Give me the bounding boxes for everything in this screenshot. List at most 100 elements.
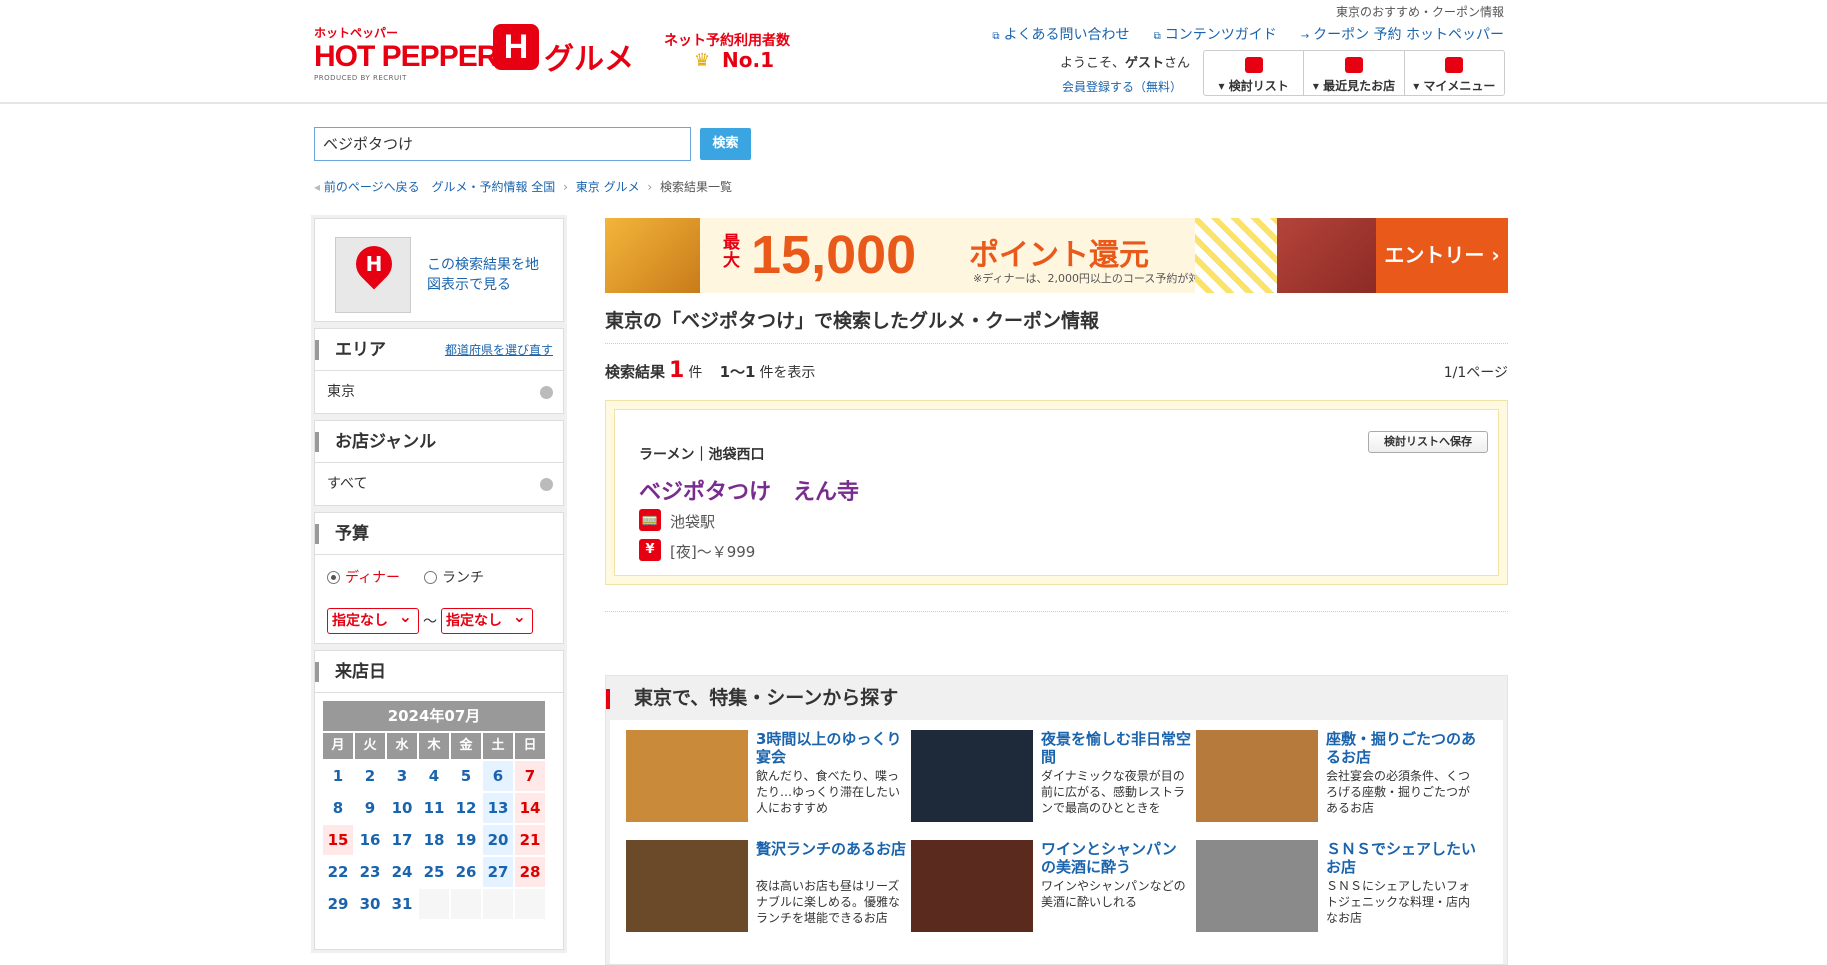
calendar-day[interactable]: 9 — [355, 793, 385, 823]
logo-small-text: ホットペッパー — [314, 26, 399, 40]
calendar-day[interactable]: 12 — [451, 793, 481, 823]
feature-item[interactable]: 座敷・掘りごたつのあるお店 会社宴会の必須条件、くつろげる座敷・掘りごたつがあるお… — [1196, 730, 1476, 835]
calendar-day[interactable]: 15 — [323, 825, 353, 855]
banner-points: ポイント還元 — [969, 238, 1149, 273]
map-view-box[interactable]: H この検索結果を地図表示で見る — [314, 218, 564, 322]
feature-image[interactable] — [626, 840, 748, 932]
feature-title-link[interactable]: 3時間以上のゆっくり宴会 — [756, 730, 906, 766]
calendar-day[interactable]: 6 — [483, 761, 513, 791]
calendar-day[interactable]: 27 — [483, 857, 513, 887]
genre-heading: お店ジャンル — [315, 421, 563, 463]
map-view-link[interactable]: この検索結果を地図表示で見る — [427, 255, 547, 295]
lunch-radio[interactable]: ランチ — [424, 567, 484, 587]
feature-title-link[interactable]: 座敷・掘りごたつのあるお店 — [1326, 730, 1476, 766]
feature-item[interactable]: 夜景を愉しむ非日常空間 ダイナミックな夜景が目の前に広がる、感動レストランで最高の… — [911, 730, 1191, 835]
divider — [605, 343, 1508, 344]
breadcrumb-national[interactable]: グルメ・予約情報 全国 — [431, 180, 555, 194]
reselect-prefecture-link[interactable]: 都道府県を選び直す — [445, 329, 553, 371]
feature-title-link[interactable]: ワインとシャンパンの美酒に酔う — [1041, 840, 1191, 876]
feature-item[interactable]: ＳＮＳでシェアしたいお店 ＳＮＳにシェアしたいフォトジェニックな料理・店内なお店 — [1196, 840, 1476, 945]
calendar-day[interactable]: 24 — [387, 857, 417, 887]
weekday-header: 金 — [451, 733, 481, 759]
link-arrow-icon: → — [1300, 31, 1310, 42]
dinner-radio[interactable]: ディナー — [327, 567, 400, 587]
header-buttons: ▾ 検討リスト ▾ 最近見たお店 ▾ マイメニュー — [1203, 50, 1505, 96]
weekday-header: 木 — [419, 733, 449, 759]
calendar-day[interactable]: 7 — [515, 761, 545, 791]
calendar-empty-cell — [515, 889, 545, 919]
breadcrumb-tokyo[interactable]: 東京 グルメ — [576, 180, 640, 194]
back-link[interactable]: 前のページへ戻る — [324, 180, 420, 194]
calendar-day[interactable]: 4 — [419, 761, 449, 791]
calendar-day[interactable]: 2 — [355, 761, 385, 791]
my-menu-text: マイメニュー — [1423, 79, 1496, 93]
feature-description: 夜は高いお店も昼はリーズナブルに楽しめる。優雅なランチを堪能できるお店 — [756, 879, 901, 925]
feature-item[interactable]: 贅沢ランチのあるお店夜は高いお店も昼はリーズナブルに楽しめる。優雅なランチを堪能… — [626, 840, 906, 945]
calendar-day[interactable]: 10 — [387, 793, 417, 823]
content-guide-link[interactable]: ⧉ コンテンツガイド — [1154, 24, 1277, 44]
consider-list-button[interactable]: ▾ 検討リスト — [1204, 51, 1305, 95]
map-thumbnail[interactable]: H — [335, 237, 411, 313]
faq-link[interactable]: ⧉ よくある問い合わせ — [992, 24, 1129, 44]
search-button[interactable]: 検索 — [700, 128, 751, 160]
user-icon — [1445, 57, 1464, 73]
feature-image[interactable] — [1196, 840, 1318, 932]
entry-button[interactable]: エントリー › — [1376, 218, 1508, 293]
calendar-day[interactable]: 28 — [515, 857, 545, 887]
shop-name-link[interactable]: ベジポタつけ えん寺 — [639, 474, 859, 506]
calendar-day[interactable]: 14 — [515, 793, 545, 823]
search-input[interactable]: ベジポタつけ — [314, 127, 691, 161]
beer-image — [605, 218, 700, 293]
logo-h-icon: H — [493, 24, 539, 70]
calendar-day[interactable]: 23 — [355, 857, 385, 887]
calendar-day[interactable]: 19 — [451, 825, 481, 855]
features-section: 東京で、特集・シーンから探す 3時間以上のゆっくり宴会 飲んだり、食べたり、喋った… — [605, 675, 1508, 965]
feature-item[interactable]: 3時間以上のゆっくり宴会 飲んだり、食べたり、喋ったり…ゆっくり滞在したい人におす… — [626, 730, 906, 835]
budget-to-select[interactable]: 指定なし — [441, 605, 533, 634]
area-selector[interactable]: 東京 — [315, 371, 563, 413]
calendar-day[interactable]: 13 — [483, 793, 513, 823]
recent-shops-button[interactable]: ▾ 最近見たお店 — [1304, 51, 1405, 95]
calendar-day[interactable]: 5 — [451, 761, 481, 791]
train-icon: 🚃 — [639, 509, 661, 531]
top-link[interactable]: 東京のおすすめ・クーポン情報 — [1336, 3, 1504, 20]
genre-selector[interactable]: すべて — [315, 463, 563, 505]
calendar-day[interactable]: 11 — [419, 793, 449, 823]
calendar-day[interactable]: 22 — [323, 857, 353, 887]
feature-title-link[interactable]: ＳＮＳでシェアしたいお店 — [1326, 840, 1476, 876]
weekday-header: 月 — [323, 733, 353, 759]
my-menu-button[interactable]: ▾ マイメニュー — [1405, 51, 1504, 95]
coupon-link[interactable]: → クーポン 予約 ホットペッパー — [1301, 24, 1504, 44]
map-pin-icon: H — [348, 238, 400, 290]
calendar-day[interactable]: 20 — [483, 825, 513, 855]
calendar-day[interactable]: 3 — [387, 761, 417, 791]
feature-title-link[interactable]: 夜景を愉しむ非日常空間 — [1041, 730, 1191, 766]
calendar-day[interactable]: 26 — [451, 857, 481, 887]
calendar-day[interactable]: 25 — [419, 857, 449, 887]
points-banner[interactable]: 最大 15,000 ポイント還元 ※ディナーは、2,000円以上のコース予約が対… — [605, 218, 1508, 293]
logo-gourmet-text: グルメ — [544, 42, 634, 77]
feature-item[interactable]: ワインとシャンパンの美酒に酔う ワインやシャンパンなどの美酒に酔いしれる — [911, 840, 1191, 945]
feature-image[interactable] — [911, 730, 1033, 822]
feature-image[interactable] — [911, 840, 1033, 932]
feature-image[interactable] — [1196, 730, 1318, 822]
calendar-day[interactable]: 1 — [323, 761, 353, 791]
save-to-list-button[interactable]: 検討リストへ保存 — [1368, 431, 1488, 453]
register-link[interactable]: 会員登録する（無料） — [1062, 78, 1182, 95]
feature-title-link[interactable]: 贅沢ランチのあるお店 — [756, 840, 906, 858]
budget-from-select[interactable]: 指定なし — [327, 605, 419, 634]
calendar-day[interactable]: 30 — [355, 889, 385, 919]
calendar-day[interactable]: 17 — [387, 825, 417, 855]
feature-image[interactable] — [626, 730, 748, 822]
calendar-day[interactable]: 16 — [355, 825, 385, 855]
calendar-day[interactable]: 29 — [323, 889, 353, 919]
breadcrumb-sep: › — [647, 180, 653, 194]
site-logo[interactable]: ホットペッパー HOT PEPPER H グルメ PRODUCED BY REC… — [314, 24, 644, 82]
link-arrow-icon: ⧉ — [1153, 31, 1161, 42]
calendar-day[interactable]: 21 — [515, 825, 545, 855]
calendar-day[interactable]: 8 — [323, 793, 353, 823]
breadcrumb-current: 検索結果一覧 — [660, 180, 733, 194]
calendar-day[interactable]: 31 — [387, 889, 417, 919]
radio-icon — [424, 571, 438, 584]
calendar-day[interactable]: 18 — [419, 825, 449, 855]
